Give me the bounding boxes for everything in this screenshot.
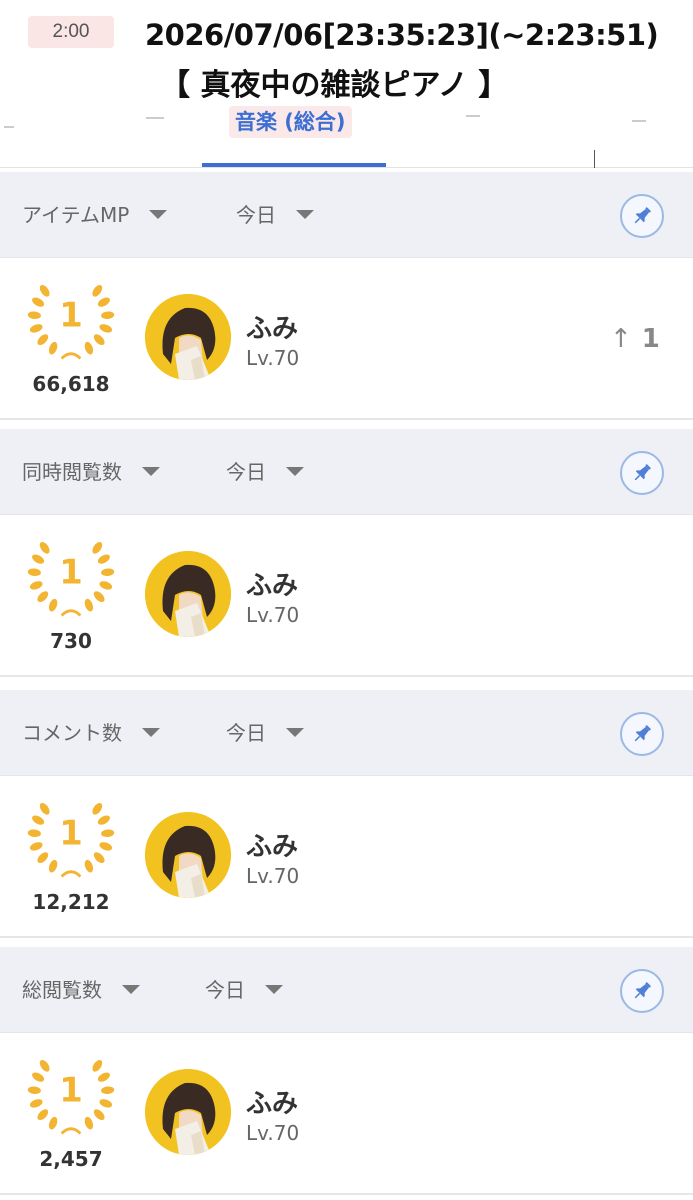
arrow-up-icon: ↑: [610, 324, 632, 354]
metric-label: 同時閲覧数: [22, 460, 122, 484]
tab-music-general[interactable]: 音楽 (総合): [229, 106, 352, 138]
decorative-dot: [4, 126, 14, 128]
period-dropdown[interactable]: 今日: [236, 172, 314, 258]
pin-button[interactable]: [620, 712, 664, 756]
user-name: ふみ: [246, 1089, 299, 1119]
ranking-section: 総閲覧数 今日 1 2,457 ふみ Lv.70: [0, 947, 693, 1195]
rank-change-value: 1: [641, 324, 660, 354]
ranking-section: コメント数 今日 1 12,212 ふみ Lv.70: [0, 690, 693, 938]
decorative-dot: [146, 117, 164, 119]
pin-button[interactable]: [620, 969, 664, 1013]
caret-down-icon: [142, 467, 160, 476]
laurel-rank-icon: 1: [27, 1059, 115, 1135]
header: 2:00 2026/07/06[23:35:23](~2:23:51) 【 真夜…: [0, 0, 693, 170]
period-label: 今日: [205, 978, 245, 1002]
period-dropdown[interactable]: 今日: [226, 429, 304, 515]
pin-icon: [634, 207, 651, 224]
ranking-entry[interactable]: 1 12,212 ふみ Lv.70: [0, 776, 693, 938]
user-name: ふみ: [246, 832, 299, 862]
section-filter-bar: コメント数 今日: [0, 690, 693, 776]
rank-change: ↑ 1: [610, 324, 660, 354]
section-filter-bar: 同時閲覧数 今日: [0, 429, 693, 515]
rank-number: 1: [59, 553, 83, 592]
section-filter-bar: 総閲覧数 今日: [0, 947, 693, 1033]
metric-dropdown[interactable]: 総閲覧数: [22, 947, 140, 1033]
metric-dropdown[interactable]: アイテムMP: [22, 172, 168, 258]
rank-number: 1: [59, 814, 83, 853]
laurel-rank-icon: 1: [27, 541, 115, 617]
user-level: Lv.70: [246, 1121, 300, 1145]
laurel-rank-icon: 1: [27, 802, 115, 878]
user-name: ふみ: [246, 571, 299, 601]
tab-bar-divider: [0, 167, 693, 168]
decorative-dot: [466, 115, 480, 117]
rank-value: 730: [50, 629, 92, 653]
period-label: 今日: [236, 203, 276, 227]
user-level: Lv.70: [246, 864, 300, 888]
ranking-entry[interactable]: 1 66,618 ふみ Lv.70 ↑ 1: [0, 258, 693, 420]
laurel-rank-icon: 1: [27, 284, 115, 360]
metric-label: コメント数: [22, 721, 122, 745]
pin-icon: [634, 464, 651, 481]
period-dropdown[interactable]: 今日: [205, 947, 283, 1033]
ranking-entry[interactable]: 1 2,457 ふみ Lv.70: [0, 1033, 693, 1195]
caret-down-icon: [149, 210, 168, 219]
rank-value: 12,212: [32, 890, 110, 914]
metric-dropdown[interactable]: 同時閲覧数: [22, 429, 160, 515]
caret-down-icon: [142, 728, 160, 737]
timestamp: 2026/07/06[23:35:23](~2:23:51): [145, 18, 659, 52]
user-level: Lv.70: [246, 603, 300, 627]
metric-label: アイテムMP: [22, 203, 130, 227]
ranking-section: アイテムMP 今日 1 66,618 ふみ Lv.70 ↑ 1: [0, 172, 693, 420]
avatar: [145, 294, 231, 380]
avatar: [145, 551, 231, 637]
metric-dropdown[interactable]: コメント数: [22, 690, 160, 776]
pin-button[interactable]: [620, 451, 664, 495]
pin-button[interactable]: [620, 194, 664, 238]
caret-down-icon: [265, 985, 283, 994]
decorative-dot: [632, 120, 646, 122]
period-label: 今日: [226, 460, 266, 484]
period-label: 今日: [226, 721, 266, 745]
period-dropdown[interactable]: 今日: [226, 690, 304, 776]
rank-number: 1: [59, 1071, 83, 1110]
caret-down-icon: [286, 728, 304, 737]
rank-value: 66,618: [32, 372, 110, 396]
section-filter-bar: アイテムMP 今日: [0, 172, 693, 258]
user-name: ふみ: [246, 314, 299, 344]
rank-number: 1: [59, 296, 83, 335]
user-level: Lv.70: [246, 346, 300, 370]
duration-badge: 2:00: [28, 16, 114, 48]
ranking-section: 同時閲覧数 今日 1 730 ふみ Lv.70: [0, 429, 693, 677]
avatar: [145, 1069, 231, 1155]
metric-label: 総閲覧数: [22, 978, 102, 1002]
avatar: [145, 812, 231, 898]
caret-down-icon: [296, 210, 314, 219]
tab-separator: [594, 150, 595, 168]
pin-icon: [634, 982, 651, 999]
caret-down-icon: [286, 467, 304, 476]
pin-icon: [634, 725, 651, 742]
rank-value: 2,457: [39, 1147, 103, 1171]
stream-title: 【 真夜中の雑談ピアノ 】: [160, 68, 509, 103]
caret-down-icon: [122, 985, 140, 994]
ranking-entry[interactable]: 1 730 ふみ Lv.70: [0, 515, 693, 677]
